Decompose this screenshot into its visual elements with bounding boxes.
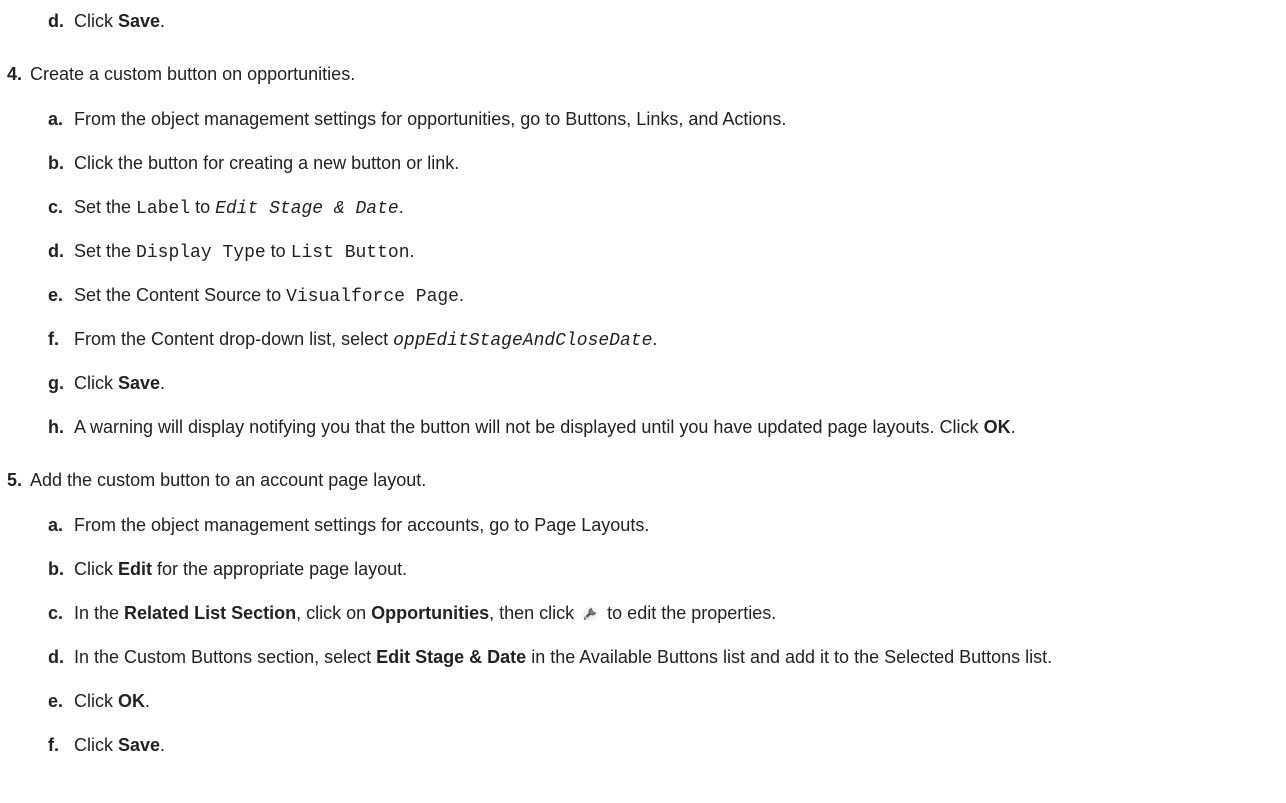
field-value: Visualforce Page bbox=[286, 287, 459, 307]
step-text: Set the Label to Edit Stage & Date. bbox=[74, 197, 404, 219]
step-text: A warning will display notifying you tha… bbox=[74, 417, 1016, 437]
step-text: Click Edit for the appropriate page layo… bbox=[74, 559, 408, 579]
step-text: From the object management settings for … bbox=[74, 515, 650, 535]
field-name-display-type: Display Type bbox=[136, 243, 266, 263]
field-value: Edit Stage & Date bbox=[215, 199, 399, 219]
ui-label-ok: OK bbox=[118, 691, 145, 711]
step-marker: g. bbox=[48, 373, 64, 393]
step-text: Click Save. bbox=[74, 11, 166, 31]
step-text: Click Save. bbox=[74, 373, 166, 393]
step-marker: e. bbox=[48, 285, 64, 305]
step-text: Click OK. bbox=[74, 691, 151, 711]
step-text: Click the button for creating a new butt… bbox=[74, 153, 460, 173]
step-marker: a. bbox=[48, 109, 64, 129]
ui-label-related-list-section: Related List Section bbox=[124, 603, 297, 623]
step-number: 4. bbox=[7, 64, 23, 84]
step-marker: e. bbox=[48, 691, 64, 711]
step-marker: h. bbox=[48, 417, 64, 437]
field-name-label: Label bbox=[136, 199, 191, 219]
wrench-icon bbox=[580, 603, 600, 623]
step-text: From the Content drop-down list, select … bbox=[74, 329, 658, 351]
ui-label-edit: Edit bbox=[118, 559, 152, 579]
step-text: Add the custom button to an account page… bbox=[30, 470, 427, 490]
ui-label-ok: OK bbox=[983, 417, 1011, 437]
step-marker: b. bbox=[48, 153, 64, 173]
step-marker: d. bbox=[48, 647, 64, 667]
step-text: Set the Content Source to Visualforce Pa… bbox=[74, 285, 464, 307]
step-text: In the Related List Section, click on Op… bbox=[74, 603, 777, 623]
step-text: Create a custom button on opportunities. bbox=[30, 64, 356, 84]
step-marker: b. bbox=[48, 559, 64, 579]
step-marker: d. bbox=[48, 11, 64, 31]
step-marker: c. bbox=[48, 603, 64, 623]
field-value: List Button bbox=[290, 243, 410, 263]
ui-label-save: Save bbox=[118, 373, 161, 393]
step-text: Set the Display Type to List Button. bbox=[74, 241, 415, 263]
ui-label-save: Save bbox=[118, 11, 161, 31]
step-marker: a. bbox=[48, 515, 64, 535]
step-text: In the Custom Buttons section, select Ed… bbox=[74, 647, 1053, 667]
step-text: Click Save. bbox=[74, 735, 166, 755]
ui-label-save: Save bbox=[118, 735, 161, 755]
step-marker: d. bbox=[48, 241, 64, 261]
step-marker: f. bbox=[48, 735, 59, 755]
step-number: 5. bbox=[7, 470, 23, 490]
step-marker: c. bbox=[48, 197, 64, 217]
step-text: From the object management settings for … bbox=[74, 109, 787, 129]
ui-label-edit-stage-date: Edit Stage & Date bbox=[376, 647, 527, 667]
field-value: oppEditStageAndCloseDate bbox=[393, 331, 653, 351]
ui-label-opportunities: Opportunities bbox=[371, 603, 490, 623]
step-marker: f. bbox=[48, 329, 59, 349]
